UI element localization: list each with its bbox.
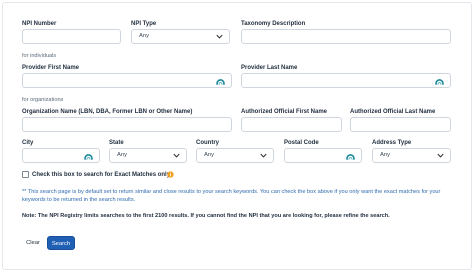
provider-last-name-input[interactable] [241, 73, 451, 88]
chevron-down-icon [216, 34, 223, 39]
npi-type-value: Any [139, 33, 149, 39]
exact-match-label[interactable]: Check this box to search for Exact Match… [32, 171, 170, 179]
provider-last-name-label: Provider Last Name [241, 65, 298, 71]
provider-first-name-input[interactable] [22, 73, 232, 88]
exact-match-checkbox[interactable] [22, 171, 29, 178]
taxonomy-input[interactable] [241, 29, 451, 44]
search-button[interactable]: Search [47, 236, 75, 250]
city-label: City [22, 140, 34, 146]
address-type-select[interactable]: Any [372, 148, 451, 163]
info-icon[interactable] [167, 171, 174, 178]
country-select[interactable]: Any [196, 148, 274, 163]
organization-name-input[interactable] [22, 117, 232, 132]
npi-number-label: NPI Number [22, 21, 57, 27]
authorized-official-last-name-input[interactable] [350, 117, 451, 132]
state-label: State [109, 140, 124, 146]
state-select[interactable]: Any [109, 148, 187, 163]
address-type-label: Address Type [372, 140, 412, 146]
npi-type-select[interactable]: Any [131, 29, 230, 44]
authorized-official-first-name-input[interactable] [241, 117, 342, 132]
chevron-down-icon [437, 153, 444, 158]
individuals-section-label: for individuals [22, 53, 57, 59]
npi-autocomplete-icon [346, 154, 355, 160]
npi-autocomplete-icon [84, 154, 93, 160]
search-behavior-note: ** This search page is by default set to… [22, 189, 441, 203]
country-value: Any [204, 152, 214, 158]
organizations-section-label: for organizations [22, 97, 64, 103]
taxonomy-label: Taxonomy Description [241, 21, 306, 27]
city-input[interactable] [22, 148, 100, 163]
state-value: Any [117, 152, 127, 158]
chevron-down-icon [260, 153, 267, 158]
address-type-value: Any [380, 152, 390, 158]
npi-type-label: NPI Type [131, 21, 157, 27]
country-label: Country [196, 140, 219, 146]
provider-first-name-label: Provider First Name [22, 65, 80, 71]
organization-name-label: Organization Name (LBN, DBA, Former LBN … [22, 109, 193, 115]
npi-number-input[interactable] [22, 29, 121, 44]
postal-code-label: Postal Code [284, 140, 319, 146]
postal-code-input[interactable] [284, 148, 362, 163]
chevron-down-icon [173, 153, 180, 158]
authorized-official-last-name-label: Authorized Official Last Name [350, 109, 436, 115]
npi-autocomplete-icon [216, 79, 225, 85]
npi-autocomplete-icon [435, 79, 444, 85]
clear-button[interactable]: Clear [22, 236, 44, 250]
authorized-official-first-name-label: Authorized Official First Name [241, 109, 328, 115]
result-limit-note: Note: The NPI Registry limits searches t… [22, 213, 390, 219]
